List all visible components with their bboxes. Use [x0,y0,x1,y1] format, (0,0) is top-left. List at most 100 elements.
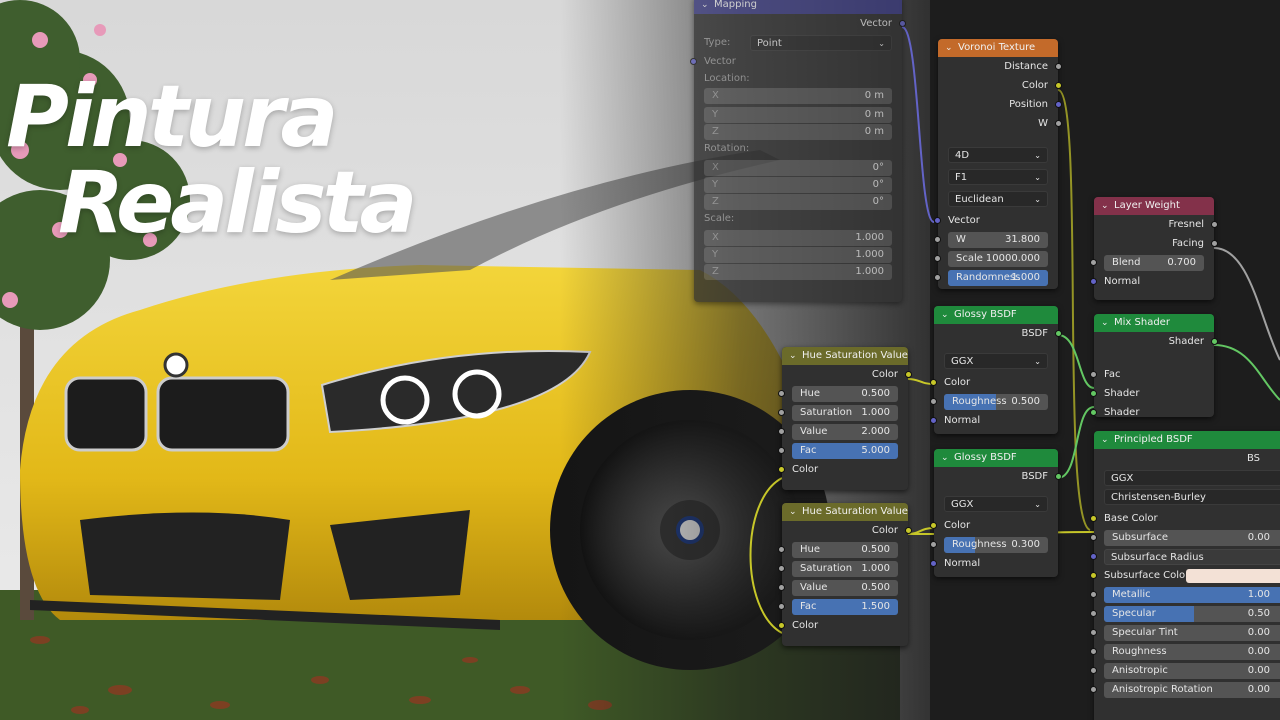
distribution-row[interactable]: GGX ⌄ [934,494,1058,516]
glossy-roughness-row[interactable]: Roughness 0.300 [930,535,1058,554]
collapse-chevron-icon[interactable]: ⌄ [789,347,797,365]
hsv-node-2[interactable]: ⌄ Hue Saturation Value Color Hue 0.500 Sa… [778,503,912,646]
voronoi-w-row[interactable]: W 31.800 [934,230,1058,249]
scale-x-field[interactable]: X 1.000 [704,230,892,246]
voronoi-node-header[interactable]: ⌄ Voronoi Texture [938,39,1058,57]
color-output-socket[interactable] [905,371,912,378]
collapse-chevron-icon[interactable]: ⌄ [1101,431,1109,449]
value-field[interactable]: Value 2.000 [792,424,898,440]
subsurface-radius-input-socket[interactable] [1090,553,1097,560]
type-dropdown[interactable]: Point ⌄ [750,35,892,51]
saturation-input-socket[interactable] [778,565,785,572]
fac-input-socket[interactable] [1090,371,1097,378]
saturation-field[interactable]: Saturation 1.000 [792,561,898,577]
scale-y-row[interactable]: Y 1.000 [694,245,902,263]
hue-field[interactable]: Hue 0.500 [792,542,898,558]
rotation-x-row[interactable]: X 0° [694,158,902,176]
collapse-chevron-icon[interactable]: ⌄ [1101,314,1109,332]
rotation-z-field[interactable]: Z 0° [704,194,892,210]
collapse-chevron-icon[interactable]: ⌄ [1101,197,1109,215]
scale-field[interactable]: Scale 10000.000 [948,251,1048,267]
metric-row[interactable]: Euclidean ⌄ [938,189,1058,211]
anisotropic-row[interactable]: Anisotropic 0.00 [1090,661,1280,680]
rotation-x-field[interactable]: X 0° [704,160,892,176]
specular-field[interactable]: Specular 0.50 [1104,606,1280,622]
saturation-field[interactable]: Saturation 1.000 [792,405,898,421]
distribution-row[interactable]: GGX ⌄ [934,351,1058,373]
glossy-bsdf-node-2[interactable]: ⌄ Glossy BSDF BSDF GGX ⌄ Color Roughness 0… [930,449,1062,577]
vector-input-socket[interactable] [690,58,697,65]
hsv-value-row[interactable]: Value 2.000 [778,422,908,441]
hsv-fac-row[interactable]: Fac 1.500 [778,597,908,616]
value-input-socket[interactable] [778,584,785,591]
w-field[interactable]: W 31.800 [948,232,1048,248]
base-color-input-socket[interactable] [1090,515,1097,522]
subsurface-field[interactable]: Subsurface 0.00 [1104,530,1280,546]
w-input-socket[interactable] [934,236,941,243]
mapping-node-header[interactable]: ⌄ Mapping [694,0,902,14]
color-input-socket[interactable] [930,522,937,529]
hue-input-socket[interactable] [778,390,785,397]
mapping-node[interactable]: ⌄ Mapping Vector Type: Point ⌄ Vector Loc… [690,0,906,302]
rotation-y-field[interactable]: Y 0° [704,177,892,193]
anisotropic-field[interactable]: Anisotropic 0.00 [1104,663,1280,679]
glossy-header[interactable]: ⌄ Glossy BSDF [934,306,1058,324]
blend-input-socket[interactable] [1090,259,1097,266]
principled-distribution-row[interactable]: GGX [1094,468,1280,487]
principled-header[interactable]: ⌄ Principled BSDF [1094,431,1280,449]
glossy-header[interactable]: ⌄ Glossy BSDF [934,449,1058,467]
voronoi-texture-node[interactable]: ⌄ Voronoi Texture Distance Color Positio… [934,39,1062,289]
subsurface-method-row[interactable]: Christensen-Burley [1094,487,1280,509]
distribution-dropdown[interactable]: GGX ⌄ [944,353,1048,369]
hue-field[interactable]: Hue 0.500 [792,386,898,402]
saturation-input-socket[interactable] [778,409,785,416]
anisotropic-rotation-field[interactable]: Anisotropic Rotation 0.00 [1104,682,1280,698]
roughness-input-socket[interactable] [930,541,937,548]
collapse-chevron-icon[interactable]: ⌄ [945,39,953,57]
color-input-socket[interactable] [930,379,937,386]
anisotropic-rotation-row[interactable]: Anisotropic Rotation 0.00 [1090,680,1280,699]
subsurface-row[interactable]: Subsurface 0.00 [1090,528,1280,547]
roughness-row[interactable]: Roughness 0.00 [1090,642,1280,661]
roughness-field[interactable]: Roughness 0.500 [944,394,1048,410]
layer-weight-node[interactable]: ⌄ Layer Weight Fresnel Facing Blend 0.700… [1090,197,1218,300]
location-y-field[interactable]: Y 0 m [704,107,892,123]
metallic-input-socket[interactable] [1090,591,1097,598]
value-input-socket[interactable] [778,428,785,435]
rotation-y-row[interactable]: Y 0° [694,175,902,193]
subsurface-radius-field[interactable]: Subsurface Radius [1104,549,1280,565]
w-output-socket[interactable] [1055,120,1062,127]
fac-field[interactable]: Fac 1.500 [792,599,898,615]
metric-dropdown[interactable]: Euclidean ⌄ [948,191,1048,207]
location-z-field[interactable]: Z 0 m [704,124,892,140]
normal-input-socket[interactable] [1090,278,1097,285]
shader-input-socket[interactable] [1090,409,1097,416]
collapse-chevron-icon[interactable]: ⌄ [701,0,709,14]
collapse-chevron-icon[interactable]: ⌄ [941,449,949,467]
scale-y-field[interactable]: Y 1.000 [704,247,892,263]
fac-field[interactable]: Fac 5.000 [792,443,898,459]
distance-output-socket[interactable] [1055,63,1062,70]
normal-input-socket[interactable] [930,560,937,567]
subsurface-color-row[interactable]: Subsurface Colo [1090,566,1280,585]
mix-shader-node[interactable]: ⌄ Mix Shader Shader Fac Shader Shader [1090,314,1218,418]
glossy-roughness-row[interactable]: Roughness 0.500 [930,392,1058,411]
position-output-socket[interactable] [1055,101,1062,108]
facing-output-socket[interactable] [1211,240,1218,247]
vector-input-socket[interactable] [934,217,941,224]
subsurface-color-swatch[interactable] [1186,569,1280,583]
subsurface-color-input-socket[interactable] [1090,572,1097,579]
randomness-input-socket[interactable] [934,274,941,281]
hue-input-socket[interactable] [778,546,785,553]
color-output-socket[interactable] [905,527,912,534]
scale-input-socket[interactable] [934,255,941,262]
metallic-row[interactable]: Metallic 1.00 [1090,585,1280,604]
hsv-hue-row[interactable]: Hue 0.500 [778,384,908,403]
bsdf-output-socket[interactable] [1055,473,1062,480]
principled-bsdf-node[interactable]: ⌄ Principled BSDF BS GGX Christensen-Bur… [1090,431,1280,720]
roughness-field[interactable]: Roughness 0.300 [944,537,1048,553]
randomness-field[interactable]: Randomness 1.000 [948,270,1048,286]
collapse-chevron-icon[interactable]: ⌄ [789,503,797,521]
specular-input-socket[interactable] [1090,610,1097,617]
specular-row[interactable]: Specular 0.50 [1090,604,1280,623]
